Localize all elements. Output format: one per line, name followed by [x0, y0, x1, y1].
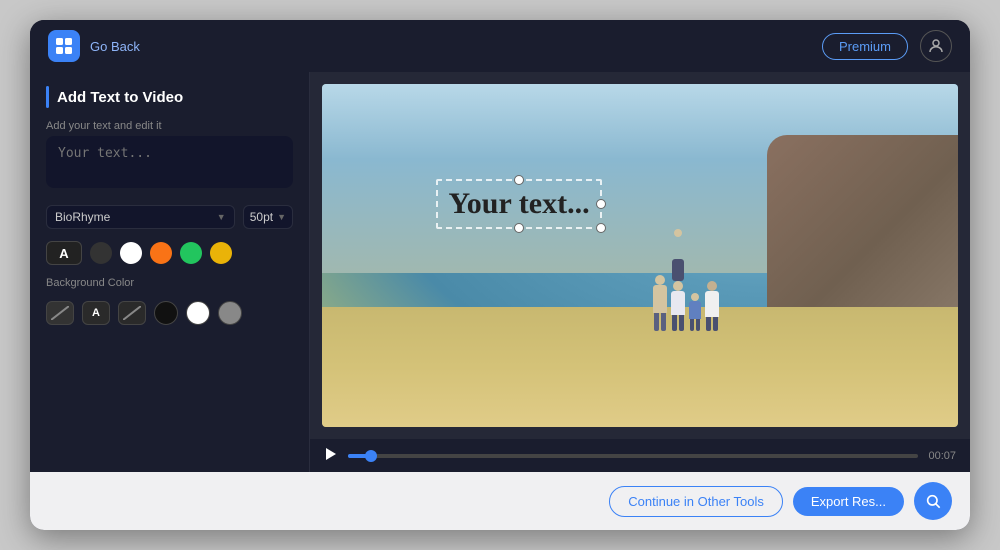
sidebar-title-bar: Add Text to Video: [46, 86, 293, 108]
bg-swatch-gray[interactable]: [218, 301, 242, 325]
sand-layer: [322, 307, 958, 427]
video-canvas: Your text...: [322, 84, 958, 427]
color-row: A: [46, 241, 293, 265]
video-background: Your text...: [322, 84, 958, 427]
title-accent: [46, 86, 49, 108]
person-1: [653, 275, 667, 331]
font-size: 50pt: [250, 210, 273, 224]
app-window: Go Back Premium Add Text to Video Add yo…: [30, 20, 970, 530]
person-4: [705, 281, 719, 331]
font-select[interactable]: BioRhyme ▼: [46, 205, 235, 229]
sidebar-title: Add Text to Video: [57, 89, 183, 106]
continue-button[interactable]: Continue in Other Tools: [609, 486, 783, 517]
video-area: Your text...: [310, 72, 970, 439]
overlay-text: Your text...: [448, 187, 589, 220]
handle-top-center[interactable]: [514, 175, 524, 185]
export-button[interactable]: Export Res...: [793, 487, 904, 516]
text-input[interactable]: [46, 136, 293, 188]
size-chevron-icon: ▼: [277, 212, 286, 222]
search-fab[interactable]: [914, 482, 952, 520]
bg-swatch-black[interactable]: [154, 301, 178, 325]
header-left: Go Back: [48, 30, 140, 62]
color-dot-orange[interactable]: [150, 242, 172, 264]
color-dot-white[interactable]: [120, 242, 142, 264]
people-layer: [653, 259, 719, 331]
bg-color-row: A: [46, 301, 293, 325]
overlay-text-box: Your text...: [436, 179, 601, 229]
overlay-text-container[interactable]: Your text...: [436, 179, 601, 229]
font-name: BioRhyme: [55, 210, 110, 224]
go-back-link[interactable]: Go Back: [90, 39, 140, 54]
handle-bottom-center[interactable]: [514, 223, 524, 233]
bg-swatch-white[interactable]: [186, 301, 210, 325]
header-right: Premium: [822, 30, 952, 62]
bg-swatch-slash2[interactable]: [118, 301, 146, 325]
font-chevron-icon: ▼: [217, 212, 226, 222]
bg-section-label: Background Color: [46, 277, 293, 289]
header: Go Back Premium: [30, 20, 970, 72]
time-display: 00:07: [928, 450, 956, 462]
play-button[interactable]: [324, 447, 338, 464]
video-controls: 00:07: [310, 439, 970, 472]
sidebar: Add Text to Video Add your text and edit…: [30, 72, 310, 472]
handle-middle-right[interactable]: [596, 199, 606, 209]
color-dot-yellow[interactable]: [210, 242, 232, 264]
premium-button[interactable]: Premium: [822, 33, 908, 60]
text-color-swatch[interactable]: A: [46, 241, 82, 265]
person-3: [689, 293, 701, 331]
progress-bar[interactable]: [348, 454, 918, 458]
color-dot-green[interactable]: [180, 242, 202, 264]
size-select[interactable]: 50pt ▼: [243, 205, 293, 229]
avatar-icon[interactable]: [920, 30, 952, 62]
text-section-label: Add your text and edit it: [46, 120, 293, 132]
app-logo: [48, 30, 80, 62]
bg-swatch-a[interactable]: A: [82, 301, 110, 325]
text-section: Add your text and edit it: [46, 120, 293, 193]
footer: Continue in Other Tools Export Res...: [30, 472, 970, 530]
progress-thumb[interactable]: [365, 450, 377, 462]
bg-swatch-none[interactable]: [46, 301, 74, 325]
font-row: BioRhyme ▼ 50pt ▼: [46, 205, 293, 229]
bg-a-label: A: [92, 307, 100, 319]
person-2: [671, 259, 685, 331]
bg-color-section: Background Color: [46, 277, 293, 289]
body: Add Text to Video Add your text and edit…: [30, 72, 970, 472]
text-color-a-label: A: [59, 246, 68, 261]
main-area: Your text...: [310, 72, 970, 472]
color-dot-dark[interactable]: [90, 242, 112, 264]
